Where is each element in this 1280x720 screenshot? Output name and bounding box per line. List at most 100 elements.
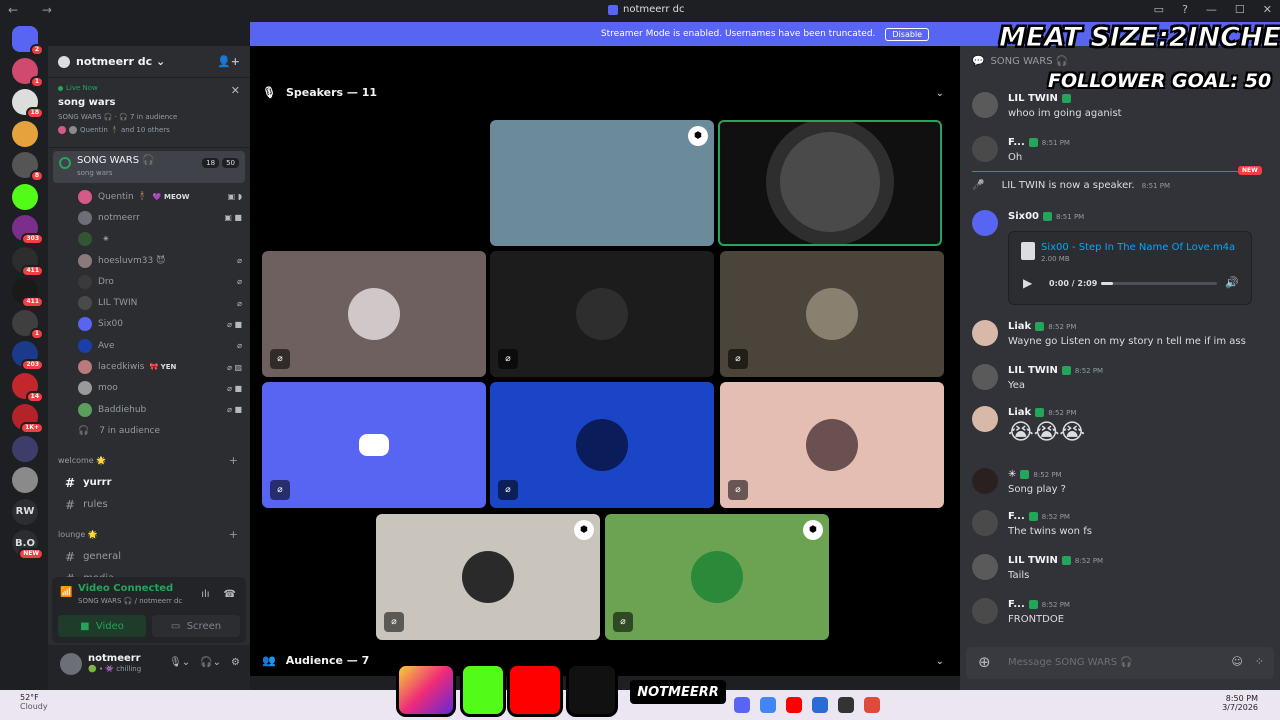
- text-channel[interactable]: # yurrr: [53, 472, 245, 494]
- avatar[interactable]: [972, 468, 998, 494]
- author-name[interactable]: F...: [1008, 511, 1025, 522]
- server-icon[interactable]: 14: [12, 372, 44, 403]
- help-icon[interactable]: ?: [1182, 3, 1188, 16]
- category-header[interactable]: lounge 🌟 +: [48, 524, 250, 546]
- nav-arrows[interactable]: ← →: [8, 3, 62, 17]
- author-name[interactable]: LIL TWIN: [1008, 555, 1058, 566]
- avatar[interactable]: [972, 510, 998, 536]
- weather-widget[interactable]: 52°F Cloudy: [20, 693, 48, 711]
- speaker-tile[interactable]: [262, 120, 486, 246]
- obs-icon[interactable]: [838, 697, 854, 713]
- author-name[interactable]: F...: [1008, 137, 1025, 148]
- close-button[interactable]: ✕: [1263, 3, 1272, 16]
- video-button[interactable]: ■ Video: [58, 615, 146, 637]
- add-attachment-icon[interactable]: ⊕: [978, 653, 991, 671]
- speaker-tile[interactable]: ⌀ ⬢: [376, 514, 600, 640]
- chevron-down-icon[interactable]: ⌄: [936, 656, 944, 667]
- app-icon[interactable]: [864, 697, 880, 713]
- audience-item[interactable]: 🎧 7 in audience: [48, 420, 250, 441]
- server-icon[interactable]: B.O NEW: [12, 530, 44, 560]
- speaker-tile[interactable]: ⬢: [490, 120, 714, 246]
- avatar[interactable]: [60, 653, 82, 675]
- minimize-button[interactable]: —: [1206, 3, 1217, 16]
- emoji-icon[interactable]: ☺: [1231, 655, 1242, 668]
- seek-bar[interactable]: [1101, 282, 1217, 285]
- server-icon[interactable]: [12, 467, 38, 493]
- guild-header[interactable]: notmeerr dc ⌄ 👤+: [48, 46, 250, 78]
- text-channel[interactable]: # rules: [53, 494, 245, 516]
- youtube-icon[interactable]: [786, 697, 802, 713]
- author-name[interactable]: F...: [1008, 599, 1025, 610]
- disconnect-icon[interactable]: ☎: [224, 589, 236, 600]
- server-icon[interactable]: 203: [12, 341, 44, 371]
- avatar[interactable]: [972, 136, 998, 162]
- avatar[interactable]: [972, 210, 998, 236]
- avatar[interactable]: [972, 320, 998, 346]
- server-icon[interactable]: [12, 435, 38, 462]
- text-channel[interactable]: # general: [53, 546, 245, 568]
- chevron-down-icon[interactable]: ⌄: [936, 88, 944, 99]
- add-channel-icon[interactable]: +: [229, 528, 238, 541]
- author-name[interactable]: Liak: [1008, 321, 1031, 332]
- voice-member[interactable]: Quentin 🕴 💜 MEOW ▣ ◗: [48, 186, 250, 207]
- server-icon[interactable]: [12, 120, 38, 147]
- chrome-icon[interactable]: [760, 697, 776, 713]
- server-icon[interactable]: RW: [12, 498, 38, 525]
- speaker-tile[interactable]: ⌀: [490, 251, 714, 377]
- voice-member[interactable]: Six00 ⌀ ■: [48, 314, 250, 335]
- speaker-tile[interactable]: ⌀: [262, 382, 486, 508]
- close-icon[interactable]: ✕: [231, 84, 240, 97]
- category-header[interactable]: welcome 🌟 +: [48, 450, 250, 472]
- settings-icon[interactable]: ⚙: [231, 657, 240, 668]
- system-clock[interactable]: 8:50 PM 3/7/2026: [1222, 694, 1258, 712]
- server-icon[interactable]: 2: [12, 26, 44, 56]
- volume-icon[interactable]: 🔊: [1225, 276, 1239, 289]
- voice-member[interactable]: Baddiehub ⌀ ■: [48, 399, 250, 420]
- voice-member[interactable]: notmeerr ▣ ■: [48, 207, 250, 228]
- author-name[interactable]: LIL TWIN: [1008, 365, 1058, 376]
- voice-member[interactable]: lacedkiwis 🎀 YEN ⌀ ▨: [48, 356, 250, 377]
- voice-channel-song-wars[interactable]: SONG WARS 🎧 song wars 18 50: [53, 151, 245, 183]
- add-channel-icon[interactable]: +: [229, 454, 238, 467]
- server-icon[interactable]: 1K+: [12, 404, 44, 434]
- audience-header[interactable]: 👥 Audience — 7: [262, 654, 369, 667]
- headphones-icon[interactable]: 🎧⌄: [200, 657, 221, 668]
- noise-suppression-icon[interactable]: ılı: [201, 589, 209, 600]
- avatar[interactable]: [972, 554, 998, 580]
- server-icon[interactable]: 411: [12, 278, 44, 308]
- voice-member[interactable]: LIL TWIN ⌀: [48, 292, 250, 313]
- speaker-tile[interactable]: ⌀: [262, 251, 486, 377]
- avatar[interactable]: [972, 598, 998, 624]
- speaker-tile[interactable]: ⌀: [490, 382, 714, 508]
- microphone-icon[interactable]: 🎙⌄: [169, 657, 190, 668]
- speaker-tile[interactable]: ⌀: [720, 251, 944, 377]
- voice-member[interactable]: Dro ⌀: [48, 271, 250, 292]
- attachment-name[interactable]: Six00 - Step In The Name Of Love.m4a: [1041, 242, 1235, 253]
- author-name[interactable]: ✳: [1008, 469, 1016, 480]
- author-name[interactable]: Six00: [1008, 211, 1039, 222]
- voice-member[interactable]: hoesluvm33 😈 ⌀: [48, 250, 250, 271]
- message-input[interactable]: Message SONG WARS 🎧: [1008, 657, 1133, 668]
- voice-member[interactable]: ✳: [48, 229, 250, 250]
- inbox-icon[interactable]: ▭: [1154, 3, 1164, 16]
- user-name[interactable]: notmeerr: [88, 653, 141, 664]
- voice-member[interactable]: Ave ⌀: [48, 335, 250, 356]
- server-icon[interactable]: 411: [12, 246, 44, 277]
- author-name[interactable]: Liak: [1008, 407, 1031, 418]
- voice-member[interactable]: moo ⌀ ■: [48, 378, 250, 399]
- server-icon[interactable]: 1: [12, 57, 44, 88]
- screen-share-button[interactable]: ▭ Screen: [152, 615, 240, 637]
- avatar[interactable]: [972, 364, 998, 390]
- speakers-header[interactable]: 🎙 Speakers — 11: [262, 86, 377, 99]
- add-user-icon[interactable]: 👤+: [217, 55, 240, 68]
- discord-icon[interactable]: [734, 697, 750, 713]
- speaker-tile[interactable]: ⌀: [720, 382, 944, 508]
- server-icon[interactable]: [12, 183, 38, 210]
- avatar[interactable]: [972, 92, 998, 118]
- server-icon[interactable]: 8: [12, 152, 44, 182]
- maximize-button[interactable]: ☐: [1235, 3, 1245, 16]
- server-icon[interactable]: 18: [12, 89, 44, 119]
- server-icon[interactable]: 1: [12, 309, 44, 340]
- speaker-tile[interactable]: ⌀ ⬢: [605, 514, 829, 640]
- play-icon[interactable]: ▶: [1023, 276, 1032, 290]
